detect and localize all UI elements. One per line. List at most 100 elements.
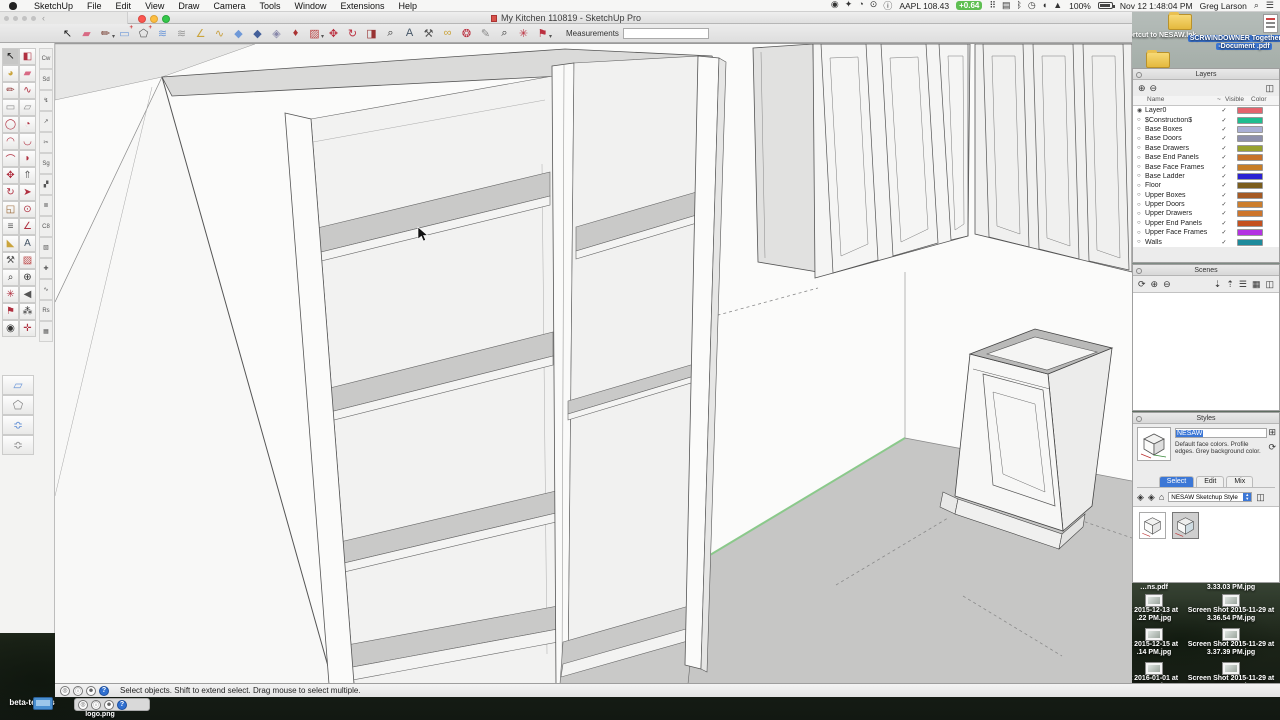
toolbar-tool-button[interactable]: ⌕ (495, 25, 514, 41)
layer-row[interactable]: ○ Walls ✓ (1133, 237, 1279, 246)
styles-tab[interactable]: Select (1158, 476, 1195, 487)
plugin-tool-button[interactable]: ▧ (39, 237, 53, 258)
layer-active-radio[interactable]: ○ (1137, 183, 1145, 189)
menu-item[interactable]: SketchUp (27, 1, 80, 11)
toolbar-tool-button[interactable]: ✎ (476, 25, 495, 41)
layer-row[interactable]: ○ Floor ✓ (1133, 181, 1279, 190)
layer-color-swatch[interactable] (1237, 238, 1263, 246)
layer-row[interactable]: ○ Base Ladder ✓ (1133, 172, 1279, 181)
palette-tool-button[interactable]: ◣ (2, 235, 19, 252)
create-style-button[interactable]: ⊞ (1268, 427, 1276, 438)
layer-visible-checkbox[interactable]: ✓ (1217, 229, 1231, 236)
status-circle-button[interactable]: ⓘ (73, 685, 83, 696)
layer-color-swatch[interactable] (1237, 154, 1263, 162)
layer-row[interactable]: ◉ Layer0 ✓ (1133, 106, 1279, 115)
plugin-tool-button[interactable]: Sd (39, 69, 53, 90)
plugin-tool-button[interactable]: C8 (39, 216, 53, 237)
plugin-tool-button[interactable]: ≣ (39, 195, 53, 216)
desktop-file[interactable]: Screen Shot 2015-11-29 at 3.37.39 PM.jpg (1182, 628, 1280, 662)
styles-tab[interactable]: Mix (1226, 476, 1254, 487)
palette-tool-button[interactable]: ⌕ (2, 269, 19, 286)
toolbar-tool-button[interactable]: ▨ ▾ (305, 25, 324, 41)
layer-row[interactable]: ○ Base Doors ✓ (1133, 134, 1279, 143)
palette-tool-button[interactable]: ⇑ (19, 167, 36, 184)
layer-row[interactable]: ○ Base Boxes ✓ (1133, 125, 1279, 134)
palette-tool-button[interactable]: ≎ (2, 415, 34, 435)
toolbar-tool-button[interactable]: ⚑ ▾ (533, 25, 552, 41)
layer-active-radio[interactable]: ○ (1137, 239, 1145, 245)
layer-color-swatch[interactable] (1237, 182, 1263, 190)
home-icon[interactable]: ⌂ (1159, 492, 1164, 502)
model-viewport[interactable] (54, 43, 1133, 685)
palette-tool-button[interactable]: ✛ (19, 320, 36, 337)
palette-tool-button[interactable]: ◠ (2, 133, 19, 150)
toolbar-tool-button[interactable]: ◨ (362, 25, 381, 41)
scenes-list[interactable] (1133, 292, 1279, 410)
layer-color-swatch[interactable] (1237, 107, 1263, 115)
plugin-tool-button[interactable]: ∿ (39, 279, 53, 300)
layer-visible-checkbox[interactable]: ✓ (1217, 201, 1231, 208)
palette-tool-button[interactable]: ◗ (19, 150, 36, 167)
layers-column-headers[interactable]: Name ~ Visible Color (1133, 96, 1279, 106)
back-arrow-icon[interactable]: ◈ (1137, 492, 1144, 503)
toolbar-tool-button[interactable]: ◆ (229, 25, 248, 41)
status-icon[interactable]: ◔ (858, 0, 863, 12)
palette-tool-button[interactable]: ⌒ (2, 150, 19, 167)
palette-tool-button[interactable]: ↖ (2, 48, 19, 65)
layer-visible-checkbox[interactable]: ✓ (1217, 126, 1231, 133)
layer-active-radio[interactable]: ○ (1137, 155, 1145, 161)
layer-visible-checkbox[interactable]: ✓ (1217, 117, 1231, 124)
layer-row[interactable]: ○ Base Face Frames ✓ (1133, 162, 1279, 171)
plugin-tool-button[interactable]: ✚ (39, 258, 53, 279)
layer-color-swatch[interactable] (1237, 163, 1263, 171)
toolbar-tool-button[interactable]: ∿ (210, 25, 229, 41)
status-icon[interactable]: ⠿ (989, 0, 996, 11)
palette-tool-button[interactable]: ◔ (19, 116, 36, 133)
layers-panel-header[interactable]: Layers (1133, 69, 1279, 80)
styles-tab[interactable]: Edit (1196, 476, 1225, 487)
palette-tool-button[interactable]: ⚑ (2, 303, 19, 320)
menu-item[interactable]: Window (287, 1, 333, 11)
toolbar-tool-button[interactable]: ❂ (457, 25, 476, 41)
status-circle-button[interactable]: ⓘ (91, 699, 101, 710)
toolbar-tool-button[interactable]: ⌕ (381, 25, 400, 41)
palette-tool-button[interactable]: ◧ (19, 48, 36, 65)
layer-row[interactable]: ○ Upper Boxes ✓ (1133, 191, 1279, 200)
scenes-view-button[interactable]: ☰ (1239, 279, 1247, 290)
palette-tool-button[interactable]: ≎ (2, 435, 34, 455)
toolbar-tool-button[interactable]: ≋ (172, 25, 191, 41)
plugin-tool-button[interactable]: ▦ (39, 321, 53, 342)
window-title-bar[interactable]: ‹ My Kitchen 110819 - SketchUp Pro (0, 12, 1132, 24)
style-list-item[interactable] (1139, 512, 1166, 539)
status-circle-button[interactable]: ◎ (60, 685, 70, 696)
scenes-tool-button[interactable]: ⟳ (1138, 279, 1146, 290)
user-menu[interactable]: Greg Larson (1200, 1, 1247, 11)
styles-list[interactable] (1133, 506, 1279, 582)
menu-item[interactable]: Camera (206, 1, 252, 11)
toolbar-tool-button[interactable]: ◈ (267, 25, 286, 41)
layer-color-swatch[interactable] (1237, 210, 1263, 218)
status-icon[interactable]: ᛒ (1016, 0, 1021, 11)
menu-item[interactable]: View (138, 1, 171, 11)
palette-tool-button[interactable]: ◱ (2, 201, 19, 218)
layer-row[interactable]: ○ Upper Doors ✓ (1133, 200, 1279, 209)
layer-active-radio[interactable]: ○ (1137, 220, 1145, 226)
layer-visible-checkbox[interactable]: ✓ (1217, 210, 1231, 217)
layer-color-swatch[interactable] (1237, 191, 1263, 199)
status-circle-button[interactable]: ◎ (78, 699, 88, 710)
layer-active-radio[interactable]: ○ (1137, 117, 1145, 123)
status-icon[interactable]: ✦ (845, 0, 853, 12)
layer-visible-checkbox[interactable]: ✓ (1217, 220, 1231, 227)
layer-visible-checkbox[interactable]: ✓ (1217, 239, 1231, 246)
palette-tool-button[interactable]: ✏ (2, 82, 19, 99)
layer-visible-checkbox[interactable]: ✓ (1217, 182, 1231, 189)
add-layer-button[interactable]: ⊕ (1138, 83, 1146, 94)
notification-center-icon[interactable]: ☰ (1266, 0, 1274, 11)
plugin-tool-button[interactable]: ↯ (39, 90, 53, 111)
remove-layer-button[interactable]: ⊖ (1150, 83, 1158, 94)
measurements-input[interactable] (622, 27, 709, 39)
scenes-view-button[interactable]: ▦ (1252, 279, 1261, 290)
palette-tool-button[interactable]: ➤ (19, 184, 36, 201)
menu-item[interactable]: Draw (171, 1, 206, 11)
panel-close-icon[interactable] (1136, 71, 1142, 78)
